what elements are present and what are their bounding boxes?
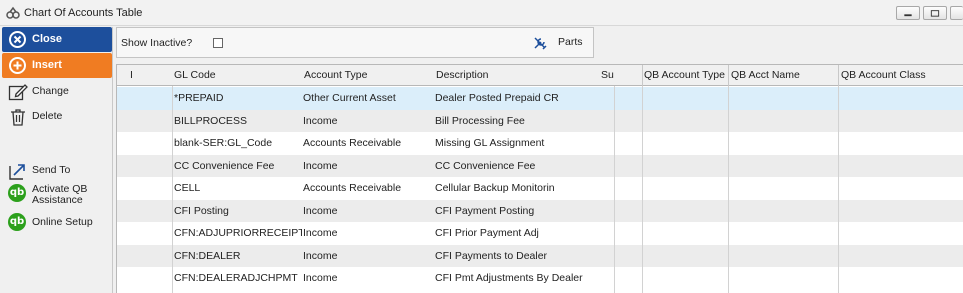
- grid-line: [838, 86, 839, 293]
- gl-code-cell: CELL: [174, 182, 201, 194]
- table-row[interactable]: CFI Posting Income CFI Payment Posting: [117, 199, 963, 222]
- description-cell: CC Convenience Fee: [435, 159, 536, 172]
- col-qb-account-type-header[interactable]: QB Account Type: [644, 65, 728, 86]
- table-row[interactable]: *PREPAID Other Current Asset Dealer Post…: [117, 87, 963, 110]
- gl-code-cell: CFN:DEALER: [174, 249, 241, 262]
- grid-line: [728, 86, 729, 293]
- row-indicator-column: [117, 86, 173, 293]
- insert-button[interactable]: Insert: [2, 53, 112, 78]
- grid-line: [642, 86, 643, 293]
- parts-button[interactable]: Parts: [558, 36, 583, 48]
- change-label: Change: [32, 85, 69, 97]
- restore-button[interactable]: [923, 6, 947, 20]
- description-cell: Cellular Backup Monitorin: [435, 182, 555, 194]
- plus-icon: [9, 57, 26, 74]
- sidebar: Close Insert Change Delete Send To qb Ac…: [0, 27, 113, 293]
- restore-icon: [930, 10, 940, 17]
- insert-label: Insert: [32, 59, 62, 71]
- show-inactive-checkbox[interactable]: [213, 38, 223, 48]
- col-description-header[interactable]: Description: [436, 65, 596, 86]
- table-row[interactable]: CFN:DEALER Income CFI Payments to Dealer: [117, 244, 963, 267]
- account-type-cell: Other Current Asset: [303, 92, 396, 104]
- activate-qb-label: Activate QB Assistance: [32, 184, 87, 206]
- gl-code-cell: blank-SER:GL_Code: [174, 137, 273, 149]
- col-indicator-header[interactable]: I: [130, 65, 140, 86]
- column-divider[interactable]: [838, 65, 839, 86]
- minimize-icon: [904, 14, 912, 17]
- description-cell: Dealer Posted Prepaid CR: [435, 92, 559, 104]
- edit-icon: [8, 84, 28, 101]
- description-cell: Missing GL Assignment: [435, 137, 545, 149]
- account-type-cell: Income: [303, 227, 338, 239]
- col-qb-acct-name-header[interactable]: QB Acct Name: [731, 65, 831, 86]
- description-cell: Bill Processing Fee: [435, 114, 525, 127]
- close-icon: [9, 31, 26, 48]
- table-header: I GL Code Account Type Description Su QB…: [117, 65, 963, 86]
- filter-panel: Show Inactive? Parts: [116, 27, 594, 58]
- trash-icon: [11, 109, 25, 126]
- column-divider[interactable]: [642, 65, 643, 86]
- close-button[interactable]: Close: [2, 27, 112, 52]
- grid-line: [614, 86, 615, 293]
- send-to-label: Send To: [32, 164, 71, 176]
- table-row[interactable]: CC Convenience Fee Income CC Convenience…: [117, 154, 963, 177]
- gl-code-cell: CC Convenience Fee: [174, 159, 275, 172]
- account-type-cell: Income: [303, 204, 338, 217]
- table-row[interactable]: BILLPROCESS Income Bill Processing Fee: [117, 109, 963, 132]
- col-account-type-header[interactable]: Account Type: [304, 65, 424, 86]
- account-type-cell: Accounts Receivable: [303, 182, 402, 194]
- title-bar: Chart Of Accounts Table: [0, 0, 963, 26]
- table-row[interactable]: CFN:ADJUPRIORRECEIPT Income CFI Prior Pa…: [117, 222, 963, 245]
- table-row[interactable]: blank-SER:GL_Code Accounts Receivable Mi…: [117, 132, 963, 155]
- tools-icon[interactable]: [532, 35, 548, 51]
- col-su-header[interactable]: Su: [601, 65, 615, 86]
- online-setup-button[interactable]: qb Online Setup: [8, 213, 112, 235]
- close-window-button[interactable]: [950, 6, 963, 20]
- description-cell: CFI Pmt Adjustments By Dealer: [435, 272, 583, 284]
- window-title: Chart Of Accounts Table: [24, 7, 143, 19]
- description-cell: CFI Prior Payment Adj: [435, 227, 539, 239]
- account-type-cell: Income: [303, 159, 338, 172]
- delete-button[interactable]: Delete: [8, 107, 112, 129]
- change-button[interactable]: Change: [8, 82, 112, 104]
- send-to-button[interactable]: Send To: [8, 161, 112, 183]
- gl-code-cell: CFN:ADJUPRIORRECEIPT: [174, 227, 302, 239]
- col-qb-account-class-header[interactable]: QB Account Class: [841, 65, 961, 86]
- delete-label: Delete: [32, 110, 63, 122]
- gl-code-cell: CFI Posting: [174, 204, 229, 217]
- gl-code-cell: CFN:DEALERADJCHPMT: [174, 272, 298, 284]
- description-cell: CFI Payment Posting: [435, 204, 535, 217]
- description-cell: CFI Payments to Dealer: [435, 249, 548, 262]
- quickbooks-icon: qb: [8, 213, 26, 231]
- close-label: Close: [32, 33, 62, 45]
- table-row[interactable]: CELL Accounts Receivable Cellular Backup…: [117, 177, 963, 200]
- online-setup-label: Online Setup: [32, 216, 93, 228]
- quickbooks-icon: qb: [8, 184, 26, 202]
- column-divider[interactable]: [728, 65, 729, 86]
- accounts-table: I GL Code Account Type Description Su QB…: [116, 64, 963, 293]
- account-type-cell: Income: [303, 114, 338, 127]
- activate-qb-label-line2: Assistance: [32, 194, 83, 206]
- gl-code-cell: *PREPAID: [174, 92, 224, 104]
- account-type-cell: Income: [303, 272, 338, 284]
- table-row[interactable]: CFN:DEALERADJCHPMT Income CFI Pmt Adjust…: [117, 267, 963, 290]
- send-to-icon: [9, 164, 25, 180]
- gl-code-cell: BILLPROCESS: [174, 114, 247, 127]
- account-type-cell: Accounts Receivable: [303, 137, 402, 149]
- account-type-cell: Income: [303, 249, 338, 262]
- show-inactive-label: Show Inactive?: [121, 37, 193, 49]
- minimize-button[interactable]: [896, 6, 920, 20]
- activate-qb-button[interactable]: qb Activate QB Assistance: [8, 184, 112, 210]
- col-gl-code-header[interactable]: GL Code: [174, 65, 294, 86]
- app-icon: [6, 6, 20, 19]
